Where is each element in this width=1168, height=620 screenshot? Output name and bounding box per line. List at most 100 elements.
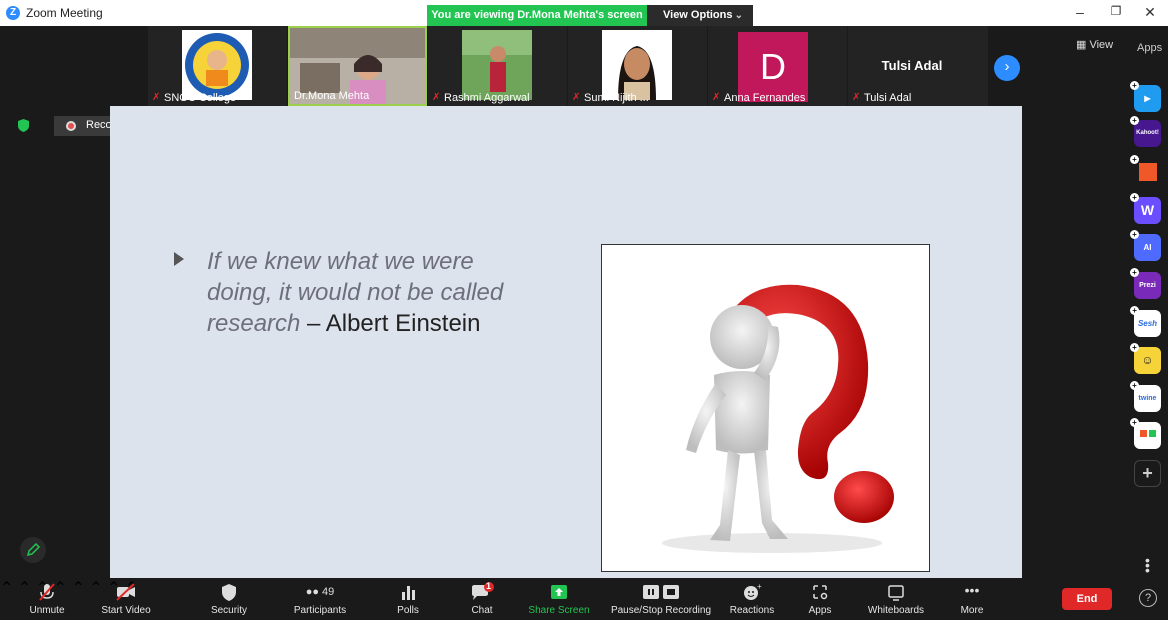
- more-label: More: [960, 605, 984, 616]
- bullet-arrow-icon: [174, 252, 184, 266]
- muted-mic-icon: ✗: [852, 92, 861, 103]
- college-logo-icon: [182, 30, 252, 100]
- participant-tile[interactable]: D ✗ Anna Fernandes: [708, 26, 847, 106]
- participant-name: Anna Fernandes: [724, 92, 806, 104]
- reactions-button[interactable]: + Reactions: [726, 581, 778, 619]
- shared-screen-slide: If we knew what we were doing, it would …: [110, 106, 1022, 578]
- pause-stop-recording-label: Pause/Stop Recording: [610, 605, 712, 616]
- app-blocks-icon[interactable]: +: [1130, 418, 1161, 449]
- security-button[interactable]: Security: [204, 581, 254, 619]
- reactions-emoji-icon: +: [744, 582, 762, 600]
- muted-microphone-icon: [39, 583, 55, 601]
- start-video-label: Start Video: [101, 605, 151, 616]
- chat-label: Chat: [471, 605, 493, 616]
- participant-name: Dr.Mona Mehta: [294, 90, 370, 102]
- view-options-label: View Options: [663, 9, 733, 21]
- security-label: Security: [210, 605, 248, 616]
- app-orange-icon[interactable]: +: [1130, 155, 1161, 186]
- app-ai-icon[interactable]: + AI: [1130, 230, 1161, 261]
- zoom-logo-icon: Z: [6, 6, 20, 20]
- more-button[interactable]: ••• More: [952, 581, 992, 619]
- view-options-button[interactable]: View Options ⌄: [647, 5, 753, 26]
- app-ai-label: AI: [1143, 243, 1152, 252]
- video-off-icon: [116, 583, 135, 601]
- app-wooclap-icon[interactable]: + W: [1130, 193, 1161, 224]
- chat-badge: 1: [486, 581, 492, 591]
- participant-center-name: Tulsi Adal: [881, 58, 943, 73]
- whiteboards-label: Whiteboards: [867, 605, 925, 616]
- unmute-button[interactable]: Unmute: [22, 581, 72, 619]
- pause-stop-icon: [643, 585, 679, 599]
- polls-icon: [402, 586, 415, 600]
- participants-label: Participants: [293, 605, 347, 616]
- apps-more-options-icon[interactable]: • • •: [1145, 553, 1150, 577]
- app-twine-icon[interactable]: + twine: [1130, 381, 1161, 412]
- unmute-label: Unmute: [29, 605, 65, 616]
- participants-icon: ●● 49: [305, 586, 335, 598]
- app-twine-label: twine: [1138, 395, 1157, 402]
- participant-name: Rashmi Aggarwal: [444, 92, 530, 104]
- pause-stop-recording-button[interactable]: Pause/Stop Recording: [606, 581, 716, 619]
- participant-tile[interactable]: ✗ Sumi Nijith ...: [568, 26, 707, 106]
- app-kahoot-icon[interactable]: + Kahoot!: [1130, 116, 1161, 147]
- start-video-button[interactable]: Start Video: [94, 581, 158, 619]
- participants-count: 49: [322, 586, 335, 598]
- svg-text:+: +: [757, 582, 762, 591]
- annotate-pencil-button[interactable]: [20, 537, 46, 563]
- end-meeting-button[interactable]: End: [1062, 588, 1112, 610]
- participant-tile[interactable]: ✗ Rashmi Aggarwal: [428, 26, 567, 106]
- app-emoji-icon[interactable]: + ☺: [1130, 343, 1161, 374]
- more-dots-icon: •••: [964, 582, 980, 598]
- title-bar: Z Zoom Meeting You are viewing Dr.Mona M…: [0, 0, 1168, 26]
- add-app-icon[interactable]: +: [1134, 460, 1161, 487]
- minimize-icon[interactable]: –: [1070, 4, 1090, 20]
- muted-mic-icon: ✗: [572, 92, 581, 103]
- muted-mic-icon: ✗: [152, 92, 161, 103]
- slide-quote: If we knew what we were doing, it would …: [174, 246, 534, 339]
- polls-label: Polls: [397, 605, 419, 616]
- participant-name: Sumi Nijith ...: [584, 92, 649, 104]
- restore-icon[interactable]: ❐: [1106, 4, 1126, 18]
- participant-tile[interactable]: ✗ SNGC College: [148, 26, 287, 106]
- share-screen-icon: [551, 585, 567, 599]
- app-prezi-label: Prezi: [1139, 282, 1156, 289]
- participant-name: Tulsi Adal: [864, 92, 912, 104]
- muted-mic-icon: ✗: [712, 92, 721, 103]
- quote-author: – Albert Einstein: [300, 310, 481, 337]
- close-icon[interactable]: ✕: [1140, 4, 1160, 21]
- app-wooclap-label: W: [1140, 202, 1155, 218]
- shield-icon[interactable]: [18, 119, 29, 132]
- whiteboards-button[interactable]: Whiteboards: [864, 581, 928, 619]
- reactions-label: Reactions: [729, 605, 775, 616]
- polls-button[interactable]: Polls: [388, 581, 428, 619]
- app-prezi-icon[interactable]: + Prezi: [1130, 268, 1161, 299]
- viewing-screen-banner: You are viewing Dr.Mona Mehta's screen: [427, 5, 647, 26]
- view-button[interactable]: ▦ View: [1076, 38, 1113, 51]
- apps-grid-icon: [813, 585, 828, 600]
- app-sesh-icon[interactable]: + Sesh: [1130, 306, 1161, 337]
- muted-mic-icon: ✗: [432, 92, 441, 103]
- question-mark-figure-image: [601, 244, 930, 572]
- share-screen-label: Share Screen: [528, 605, 590, 616]
- add-app-label: +: [1142, 463, 1153, 483]
- share-screen-button[interactable]: Share Screen: [526, 581, 592, 619]
- participant-tile[interactable]: Tulsi Adal ✗ Tulsi Adal: [848, 26, 988, 106]
- help-icon[interactable]: ?: [1139, 589, 1157, 607]
- chat-icon: [472, 582, 494, 600]
- apps-label: Apps: [808, 605, 832, 616]
- recording-dot-icon: [66, 121, 76, 131]
- apps-button[interactable]: Apps: [800, 581, 840, 619]
- audio-options-chevron-icon[interactable]: ⌃: [0, 580, 13, 597]
- whiteboard-icon: [888, 585, 904, 601]
- app-pipe-icon[interactable]: + ▶: [1130, 81, 1161, 112]
- chevron-down-icon: ⌄: [734, 10, 743, 21]
- pencil-icon: [26, 542, 41, 557]
- share-options-chevron-icon[interactable]: ⌃: [71, 580, 84, 597]
- app-sesh-label: Sesh: [1137, 319, 1158, 328]
- shield-icon: [222, 584, 236, 601]
- participant-name: SNGC College: [164, 92, 237, 104]
- chat-button[interactable]: 1 Chat: [462, 581, 502, 619]
- participants-button[interactable]: ●● 49 Participants: [288, 581, 352, 619]
- participant-tile-active[interactable]: Dr.Mona Mehta: [288, 26, 427, 106]
- next-participants-icon[interactable]: ›: [994, 55, 1020, 81]
